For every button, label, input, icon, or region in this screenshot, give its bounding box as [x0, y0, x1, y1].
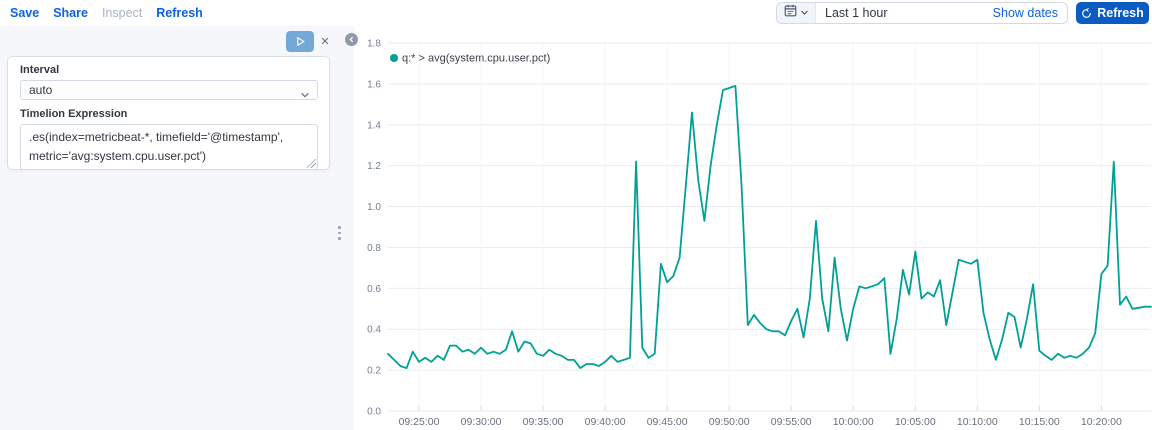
time-range-value[interactable]: Last 1 hour [825, 6, 888, 20]
play-button[interactable] [286, 31, 314, 52]
svg-text:09:40:00: 09:40:00 [585, 416, 626, 428]
save-button[interactable]: Save [10, 6, 39, 20]
drag-dot [338, 231, 341, 234]
svg-text:09:55:00: 09:55:00 [771, 416, 812, 428]
expression-editor-card: Interval auto Timelion Expression [7, 56, 330, 170]
close-icon[interactable]: × [317, 34, 333, 50]
drag-dot [338, 237, 341, 240]
chevron-down-icon [800, 4, 809, 22]
svg-text:0.8: 0.8 [367, 243, 381, 254]
svg-text:10:05:00: 10:05:00 [895, 416, 936, 428]
line-chart-svg: 0.0 0.2 0.4 0.6 0.8 1.0 1.2 1.4 1.6 1.8 09:25:00 09… [367, 39, 1152, 428]
top-toolbar: Save Share Inspect Refresh Last 1 hour S… [0, 0, 1152, 26]
date-picker-value-area[interactable]: Last 1 hour Show dates [816, 3, 1067, 23]
svg-text:1.4: 1.4 [367, 120, 381, 131]
refresh-link[interactable]: Refresh [156, 6, 203, 20]
timelion-app: Save Share Inspect Refresh Last 1 hour S… [0, 0, 1152, 430]
refresh-icon [1081, 7, 1092, 19]
expression-label: Timelion Expression [20, 108, 128, 120]
refresh-button[interactable]: Refresh [1076, 2, 1149, 24]
share-button[interactable]: Share [53, 6, 88, 20]
svg-text:0.2: 0.2 [367, 366, 381, 377]
svg-text:09:50:00: 09:50:00 [709, 416, 750, 428]
super-date-picker: Last 1 hour Show dates [776, 2, 1068, 24]
date-picker-toggle[interactable] [777, 3, 816, 23]
svg-text:09:30:00: 09:30:00 [461, 416, 502, 428]
interval-value: auto [29, 83, 53, 97]
legend-label: q:* > avg(system.cpu.user.pct) [402, 53, 550, 65]
svg-text:09:45:00: 09:45:00 [647, 416, 688, 428]
inspect-button: Inspect [101, 6, 143, 20]
svg-text:0.0: 0.0 [367, 407, 381, 418]
chevron-down-icon [300, 87, 310, 105]
legend-dot [390, 54, 398, 62]
svg-text:1.8: 1.8 [367, 39, 381, 50]
svg-text:10:00:00: 10:00:00 [833, 416, 874, 428]
toolbar-links: Save Share Inspect Refresh [0, 6, 203, 20]
show-dates-link[interactable]: Show dates [993, 6, 1058, 20]
svg-text:0.4: 0.4 [367, 325, 381, 336]
drag-dot [338, 226, 341, 229]
svg-text:1.2: 1.2 [367, 161, 381, 172]
svg-text:1.6: 1.6 [367, 79, 381, 90]
svg-text:1.0: 1.0 [367, 202, 381, 213]
interval-select[interactable]: auto [20, 80, 318, 100]
interval-label: Interval [20, 64, 60, 76]
svg-text:10:20:00: 10:20:00 [1081, 416, 1122, 428]
collapse-left-icon [348, 36, 355, 43]
refresh-button-label: Refresh [1097, 6, 1144, 20]
panel-resize-handle[interactable] [336, 224, 343, 242]
expression-input-wrap [20, 124, 318, 170]
expression-input[interactable] [20, 124, 318, 170]
svg-text:09:25:00: 09:25:00 [399, 416, 440, 428]
svg-text:09:35:00: 09:35:00 [523, 416, 564, 428]
svg-text:0.6: 0.6 [367, 284, 381, 295]
time-controls: Last 1 hour Show dates Refresh [776, 2, 1149, 24]
calendar-icon [784, 4, 797, 22]
svg-text:10:10:00: 10:10:00 [957, 416, 998, 428]
svg-text:10:15:00: 10:15:00 [1019, 416, 1060, 428]
timelion-editor-panel: × Interval auto Timelion Expression [0, 26, 354, 430]
play-icon [295, 36, 306, 47]
timelion-chart[interactable]: 0.0 0.2 0.4 0.6 0.8 1.0 1.2 1.4 1.6 1.8 09:25:00 09… [354, 26, 1152, 430]
collapse-panel-button[interactable] [345, 33, 358, 46]
